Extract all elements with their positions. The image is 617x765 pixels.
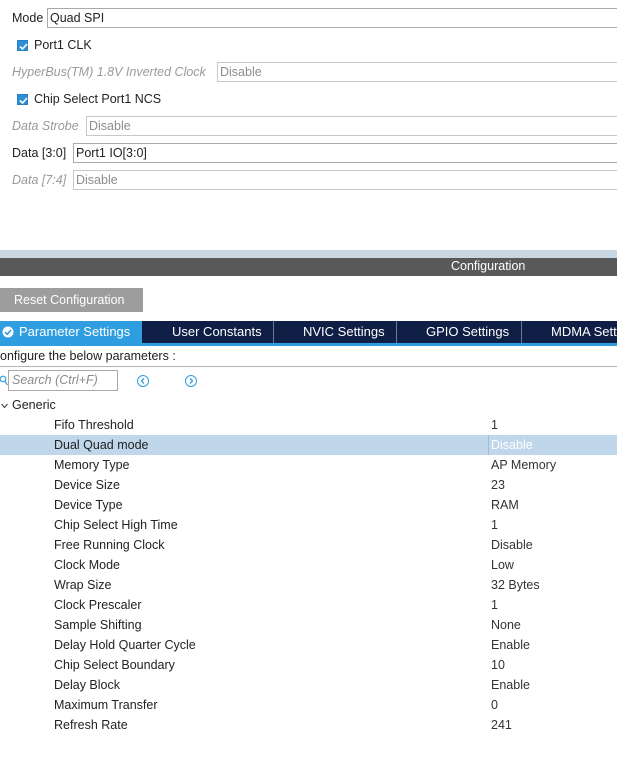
configuration-title: Configuration: [451, 259, 526, 273]
search-icon: [0, 375, 8, 386]
chevron-down-icon[interactable]: [0, 401, 9, 410]
param-row[interactable]: Device Size 23: [0, 475, 617, 495]
group-generic-label: Generic: [12, 398, 56, 412]
param-row[interactable]: Delay Hold Quarter Cycle Enable: [0, 635, 617, 655]
configuration-header: Configuration: [0, 258, 617, 276]
param-value[interactable]: 23: [491, 478, 505, 492]
param-name: Wrap Size: [54, 578, 112, 592]
param-value[interactable]: 0: [491, 698, 498, 712]
param-row[interactable]: Delay Block Enable: [0, 675, 617, 695]
param-value[interactable]: Enable: [491, 638, 530, 652]
divider: [0, 366, 617, 367]
tab-gpio-settings[interactable]: GPIO Settings: [397, 321, 521, 343]
tab-label: MDMA Sett: [551, 324, 617, 339]
param-value[interactable]: Disable: [491, 538, 533, 552]
param-value[interactable]: Disable: [491, 438, 533, 452]
param-name: Fifo Threshold: [54, 418, 134, 432]
tab-underline: [0, 343, 617, 346]
tab-mdma-settings[interactable]: MDMA Sett: [522, 321, 617, 343]
check-icon: [19, 97, 28, 105]
chip-select-checkbox[interactable]: [17, 94, 28, 105]
param-row[interactable]: Device Type RAM: [0, 495, 617, 515]
tab-label: GPIO Settings: [426, 324, 510, 339]
reset-configuration-button[interactable]: Reset Configuration: [0, 288, 143, 312]
port1-clk-label: Port1 CLK: [34, 38, 92, 52]
data-3-0-select[interactable]: Port1 IO[3:0]: [73, 143, 617, 163]
param-name: Chip Select Boundary: [54, 658, 175, 672]
tab-label: User Constants: [172, 324, 262, 339]
param-row[interactable]: Clock Prescaler 1: [0, 595, 617, 615]
param-row[interactable]: Chip Select High Time 1: [0, 515, 617, 535]
search-next-button[interactable]: [185, 375, 197, 387]
param-row[interactable]: Chip Select Boundary 10: [0, 655, 617, 675]
param-name: Free Running Clock: [54, 538, 165, 552]
port1-clk-checkbox[interactable]: [17, 40, 28, 51]
param-name: Memory Type: [54, 458, 130, 472]
check-circle-icon: [2, 326, 14, 338]
param-value[interactable]: 241: [491, 718, 512, 732]
param-value[interactable]: RAM: [491, 498, 519, 512]
param-row[interactable]: Memory Type AP Memory: [0, 455, 617, 475]
tab-label: NVIC Settings: [303, 324, 385, 339]
param-value[interactable]: 32 Bytes: [491, 578, 540, 592]
param-name: Device Type: [54, 498, 123, 512]
param-row[interactable]: Wrap Size 32 Bytes: [0, 575, 617, 595]
param-name: Clock Prescaler: [54, 598, 142, 612]
chevron-left-icon: [140, 378, 145, 384]
data-strobe-select[interactable]: Disable: [86, 116, 617, 136]
tab-parameter-settings[interactable]: Parameter Settings: [0, 321, 142, 343]
check-icon: [19, 43, 28, 51]
param-name: Maximum Transfer: [54, 698, 158, 712]
param-name: Dual Quad mode: [54, 438, 149, 452]
param-value[interactable]: 1: [491, 598, 498, 612]
tab-user-constants[interactable]: User Constants: [143, 321, 273, 343]
param-value[interactable]: 1: [491, 518, 498, 532]
mode-select[interactable]: Quad SPI: [47, 8, 617, 28]
tab-nvic-settings[interactable]: NVIC Settings: [274, 321, 396, 343]
tab-label: Parameter Settings: [19, 324, 131, 339]
param-value[interactable]: Low: [491, 558, 514, 572]
param-row[interactable]: Dual Quad mode Disable: [0, 435, 617, 455]
param-row[interactable]: Clock Mode Low: [0, 555, 617, 575]
hyperbus-label: HyperBus(TM) 1.8V Inverted Clock: [12, 65, 206, 79]
param-name: Delay Hold Quarter Cycle: [54, 638, 196, 652]
param-value[interactable]: None: [491, 618, 521, 632]
param-name: Device Size: [54, 478, 120, 492]
tab-bar: Parameter Settings User Constants NVIC S…: [0, 321, 617, 343]
search-input[interactable]: Search (Ctrl+F): [8, 370, 118, 391]
param-value[interactable]: 1: [491, 418, 498, 432]
param-value[interactable]: AP Memory: [491, 458, 556, 472]
param-row[interactable]: Fifo Threshold 1: [0, 415, 617, 435]
mode-label: Mode: [12, 11, 44, 25]
chevron-right-icon: [189, 378, 194, 384]
search-previous-button[interactable]: [137, 375, 149, 387]
param-row[interactable]: Maximum Transfer 0: [0, 695, 617, 715]
data-7-4-select[interactable]: Disable: [73, 170, 617, 190]
param-row[interactable]: Refresh Rate 241: [0, 715, 617, 735]
param-name: Sample Shifting: [54, 618, 142, 632]
param-value[interactable]: Enable: [491, 678, 530, 692]
param-value[interactable]: 10: [491, 658, 505, 672]
data-strobe-label: Data Strobe: [12, 119, 79, 133]
param-name: Refresh Rate: [54, 718, 128, 732]
param-name: Delay Block: [54, 678, 120, 692]
chip-select-label: Chip Select Port1 NCS: [34, 92, 162, 106]
hyperbus-select[interactable]: Disable: [217, 62, 617, 82]
param-name: Chip Select High Time: [54, 518, 178, 532]
data-7-4-label: Data [7:4]: [12, 173, 67, 187]
configure-hint: onfigure the below parameters :: [0, 349, 176, 363]
data-3-0-label: Data [3:0]: [12, 146, 67, 160]
splitter[interactable]: [0, 250, 617, 258]
param-name: Clock Mode: [54, 558, 120, 572]
param-row[interactable]: Free Running Clock Disable: [0, 535, 617, 555]
param-row[interactable]: Sample Shifting None: [0, 615, 617, 635]
